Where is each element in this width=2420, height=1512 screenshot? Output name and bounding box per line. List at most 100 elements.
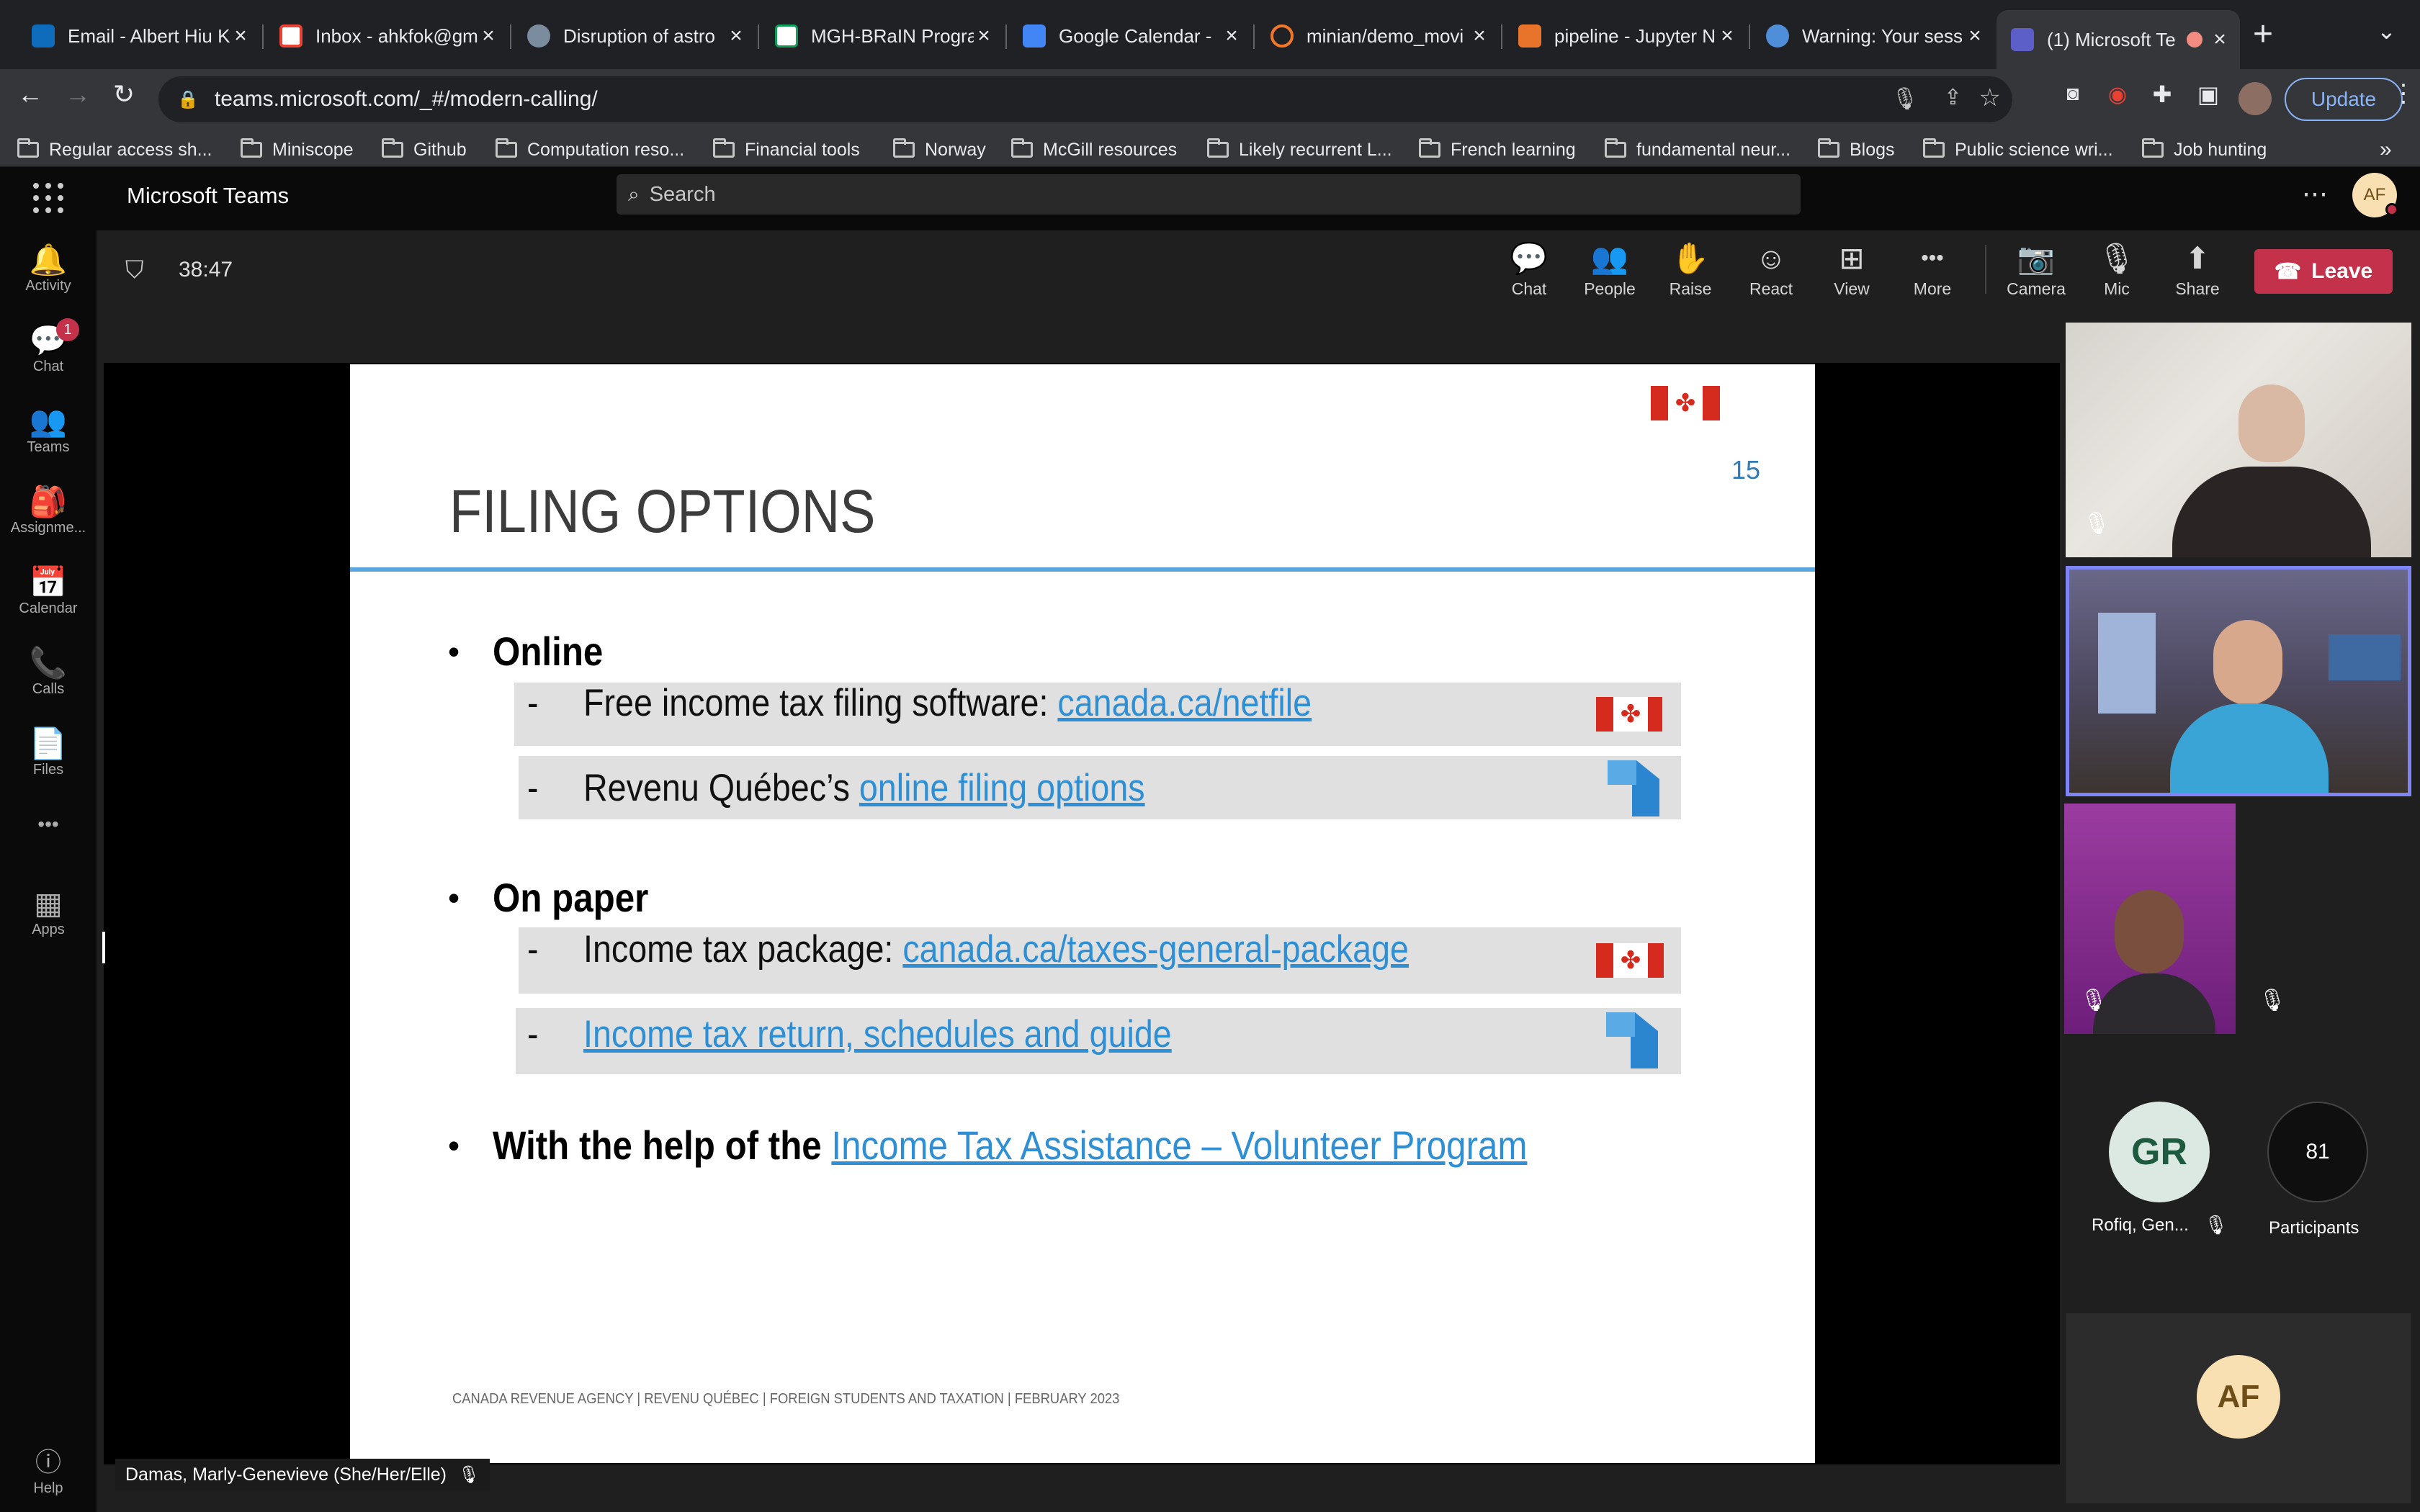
- update-button[interactable]: Update: [2285, 78, 2403, 121]
- teams-search-input[interactable]: ⌕ Search: [617, 174, 1801, 215]
- folder-icon: [1923, 138, 1945, 158]
- filing-option-text: Income tax package: canada.ca/taxes-gene…: [583, 928, 1409, 971]
- bookmark-item[interactable]: Financial tools: [713, 137, 860, 163]
- extension-camera-icon[interactable]: ◙: [2054, 82, 2092, 105]
- rail-calls[interactable]: 📞 Calls: [0, 645, 97, 698]
- leave-button[interactable]: ☎ Leave: [2254, 249, 2393, 294]
- close-icon[interactable]: ×: [1469, 24, 1489, 48]
- meeting-more-button[interactable]: ••• More: [1893, 238, 1972, 299]
- browser-tab-teams-active[interactable]: (1) Microsoft Te ×: [1996, 10, 2240, 69]
- meeting-mic-button[interactable]: 🎙 Mic: [2077, 238, 2156, 299]
- close-icon[interactable]: ×: [478, 24, 498, 48]
- menu-kebab-icon[interactable]: ⋮: [2391, 79, 2416, 108]
- browser-tab-pipeline[interactable]: pipeline - Jupyter N ×: [1504, 10, 1747, 62]
- participant-video-tile[interactable]: 🎙: [2064, 804, 2236, 1034]
- close-icon[interactable]: ×: [726, 24, 746, 48]
- user-avatar[interactable]: AF: [2352, 173, 2398, 217]
- browser-tab-biorxiv[interactable]: Disruption of astro ×: [513, 10, 756, 62]
- section-heading-on-paper: On paper: [493, 875, 649, 920]
- rail-apps[interactable]: ▦ Apps: [0, 886, 97, 938]
- bookmarks-overflow-chevron[interactable]: »: [2380, 137, 2392, 163]
- bookmark-item[interactable]: Regular access sh...: [17, 137, 212, 163]
- participant-avatar-gr[interactable]: GR: [2109, 1102, 2210, 1202]
- taxes-general-package-link[interactable]: canada.ca/taxes-general-package: [902, 928, 1409, 971]
- url-text: teams.microsoft.com/_#/modern-calling/: [214, 87, 598, 111]
- new-tab-plus-icon[interactable]: +: [2253, 14, 2273, 54]
- app-launcher-waffle-icon[interactable]: [33, 183, 63, 213]
- tab-search-chevron-icon[interactable]: ⌄: [2377, 17, 2396, 45]
- bookmark-item[interactable]: French learning: [1419, 137, 1576, 163]
- close-icon[interactable]: ×: [230, 24, 251, 48]
- people-icon: 👥: [1590, 241, 1629, 275]
- apps-icon: ▦: [34, 886, 63, 920]
- meeting-react-button[interactable]: ☺ React: [1731, 238, 1811, 299]
- share-icon[interactable]: ⇪: [1944, 85, 1962, 110]
- self-view-tile[interactable]: AF: [2066, 1313, 2411, 1503]
- participant-face: [2115, 890, 2184, 973]
- close-icon[interactable]: ×: [1222, 24, 1242, 48]
- star-icon[interactable]: ☆: [1979, 84, 2001, 112]
- bookmark-item[interactable]: Github: [382, 137, 467, 163]
- rail-activity[interactable]: 🔔 Activity: [0, 242, 97, 294]
- close-icon[interactable]: ×: [1965, 24, 1985, 48]
- meeting-share-button[interactable]: ⬆ Share: [2158, 238, 2237, 299]
- extensions-puzzle-icon[interactable]: ✚: [2143, 81, 2181, 108]
- bookmark-item[interactable]: Public science wri...: [1923, 137, 2113, 163]
- mic-icon[interactable]: 🎙: [1891, 86, 1919, 112]
- browser-tab-sheets[interactable]: MGH-BRaIN Progra ×: [761, 10, 1004, 62]
- rail-more[interactable]: •••: [0, 806, 97, 842]
- rail-chat[interactable]: 💬 Chat 1: [0, 318, 97, 375]
- browser-tab-outlook[interactable]: Email - Albert Hiu K ×: [17, 10, 261, 62]
- browser-tab-minian[interactable]: minian/demo_movi ×: [1256, 10, 1500, 62]
- mic-off-icon: 🎙: [2259, 989, 2287, 1012]
- stage-resize-handle[interactable]: [102, 932, 105, 963]
- forward-arrow-icon[interactable]: →: [59, 79, 97, 109]
- side-panel-icon[interactable]: ▣: [2190, 81, 2227, 108]
- rail-files[interactable]: 📄 Files: [0, 726, 97, 778]
- bookmark-item[interactable]: Computation reso...: [496, 137, 684, 163]
- participant-face: [2238, 384, 2305, 462]
- browser-tab-warning[interactable]: Warning: Your sess ×: [1752, 10, 1995, 62]
- extension-record-icon[interactable]: ◉: [2099, 82, 2136, 107]
- mic-off-icon: 🎙: [2204, 1214, 2228, 1236]
- address-bar[interactable]: 🔒 teams.microsoft.com/_#/modern-calling/…: [158, 76, 2012, 122]
- meeting-raise-hand-button[interactable]: ✋ Raise: [1651, 238, 1730, 299]
- browser-tab-calendar[interactable]: Google Calendar - ×: [1008, 10, 1252, 62]
- bookmarks-bar: Regular access sh... Miniscope Github Co…: [0, 131, 2420, 167]
- participant-video-tile[interactable]: 🎙: [2066, 323, 2411, 557]
- slide-page-number: 15: [1731, 455, 1761, 485]
- smiley-icon: ☺: [1755, 241, 1787, 275]
- volunteer-program-link[interactable]: Income Tax Assistance – Volunteer Progra…: [831, 1122, 1527, 1168]
- participants-count-button[interactable]: 81: [2267, 1102, 2368, 1202]
- netfile-link[interactable]: canada.ca/netfile: [1057, 682, 1312, 724]
- close-icon[interactable]: ×: [974, 24, 994, 48]
- bullet-dot: •: [448, 1127, 460, 1164]
- close-icon[interactable]: ×: [1717, 24, 1737, 48]
- meeting-chat-button[interactable]: 💬 Chat: [1489, 238, 1569, 299]
- rail-help[interactable]: ⓘ Help: [0, 1444, 97, 1497]
- participant-video-tile-speaking[interactable]: [2066, 566, 2411, 796]
- back-arrow-icon[interactable]: ←: [12, 79, 49, 109]
- rail-teams[interactable]: 👥 Teams: [0, 403, 97, 456]
- bookmark-item[interactable]: McGill resources: [1011, 137, 1177, 163]
- bookmark-item[interactable]: Norway: [893, 137, 986, 163]
- income-tax-return-guide-link[interactable]: Income tax return, schedules and guide: [583, 1013, 1172, 1056]
- meeting-camera-button[interactable]: 📷 Camera: [1996, 238, 2076, 299]
- bookmark-item[interactable]: Miniscope: [241, 137, 354, 163]
- presentation-slide: ✤ 15 FILING OPTIONS • Online - Free inco…: [350, 364, 1815, 1463]
- app-title: Microsoft Teams: [127, 183, 290, 208]
- browser-tab-gmail[interactable]: Inbox - ahkfok@gm ×: [265, 10, 508, 62]
- reload-icon[interactable]: ↻: [105, 79, 143, 109]
- more-options-icon[interactable]: ⋯: [2302, 179, 2328, 209]
- close-icon[interactable]: ×: [2210, 27, 2230, 52]
- revenu-quebec-online-link[interactable]: online filing options: [859, 767, 1145, 809]
- bookmark-item[interactable]: Blogs: [1818, 137, 1895, 163]
- meeting-view-button[interactable]: ⊞ View: [1812, 238, 1891, 299]
- meeting-people-button[interactable]: 👥 People: [1570, 238, 1649, 299]
- rail-assignments[interactable]: 🎒 Assignme...: [0, 484, 97, 536]
- rail-calendar[interactable]: 📅 Calendar: [0, 564, 97, 617]
- profile-avatar[interactable]: [2238, 82, 2272, 115]
- bookmark-item[interactable]: Job hunting: [2142, 137, 2267, 163]
- bookmark-item[interactable]: fundamental neur...: [1605, 137, 1791, 163]
- bookmark-item[interactable]: Likely recurrent L...: [1207, 137, 1392, 163]
